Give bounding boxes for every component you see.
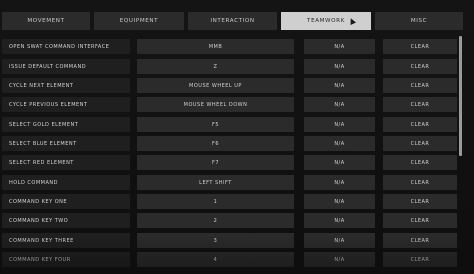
secondary-key-button[interactable]: N/A (304, 194, 375, 209)
binding-action-label: COMMAND KEY THREE (2, 233, 130, 248)
primary-key-button[interactable]: F7 (137, 155, 294, 170)
clear-button[interactable]: CLEAR (383, 213, 457, 228)
binding-row: OPEN SWAT COMMAND INTERFACE MMB N/A CLEA… (0, 39, 474, 54)
primary-key-button[interactable]: MOUSE WHEEL DOWN (137, 97, 294, 112)
clear-button[interactable]: CLEAR (383, 233, 457, 248)
binding-action-label: COMMAND KEY FOUR (2, 252, 130, 267)
keybinding-screen: MOVEMENT EQUIPMENT INTERACTION TEAMWORK … (0, 0, 474, 274)
secondary-key-button[interactable]: N/A (304, 97, 375, 112)
tab-movement[interactable]: MOVEMENT (2, 12, 90, 30)
clear-button[interactable]: CLEAR (383, 59, 457, 74)
clear-button[interactable]: CLEAR (383, 136, 457, 151)
binding-row: COMMAND KEY THREE 3 N/A CLEAR (0, 233, 474, 248)
primary-key-button[interactable]: Z (137, 59, 294, 74)
clear-button[interactable]: CLEAR (383, 39, 457, 54)
tab-misc-label: MISC (410, 18, 428, 24)
tab-interaction[interactable]: INTERACTION (188, 12, 277, 30)
binding-action-label: OPEN SWAT COMMAND INTERFACE (2, 39, 130, 54)
secondary-key-button[interactable]: N/A (304, 117, 375, 132)
binding-action-label: HOLD COMMAND (2, 175, 130, 190)
secondary-key-button[interactable]: N/A (304, 252, 375, 267)
binding-row: ISSUE DEFAULT COMMAND Z N/A CLEAR (0, 59, 474, 74)
binding-row: CYCLE NEXT ELEMENT MOUSE WHEEL UP N/A CL… (0, 78, 474, 93)
binding-row: COMMAND KEY FOUR 4 N/A CLEAR (0, 252, 474, 267)
clear-button[interactable]: CLEAR (383, 78, 457, 93)
tab-interaction-label: INTERACTION (210, 18, 255, 24)
binding-action-label: COMMAND KEY ONE (2, 194, 130, 209)
primary-key-button[interactable]: LEFT SHIFT (137, 175, 294, 190)
binding-row: COMMAND KEY TWO 2 N/A CLEAR (0, 213, 474, 228)
clear-button[interactable]: CLEAR (383, 155, 457, 170)
binding-row: SELECT GOLD ELEMENT F5 N/A CLEAR (0, 117, 474, 132)
clear-button[interactable]: CLEAR (383, 117, 457, 132)
primary-key-button[interactable]: 4 (137, 252, 294, 267)
binding-row: SELECT RED ELEMENT F7 N/A CLEAR (0, 155, 474, 170)
binding-row: HOLD COMMAND LEFT SHIFT N/A CLEAR (0, 175, 474, 190)
clear-button[interactable]: CLEAR (383, 175, 457, 190)
clear-button[interactable]: CLEAR (383, 252, 457, 267)
primary-key-button[interactable]: MOUSE WHEEL UP (137, 78, 294, 93)
binding-action-label: SELECT BLUE ELEMENT (2, 136, 130, 151)
tab-equipment[interactable]: EQUIPMENT (94, 12, 184, 30)
binding-action-label: SELECT GOLD ELEMENT (2, 117, 130, 132)
primary-key-button[interactable]: F5 (137, 117, 294, 132)
binding-row: COMMAND KEY ONE 1 N/A CLEAR (0, 194, 474, 209)
primary-key-button[interactable]: 1 (137, 194, 294, 209)
binding-action-label: ISSUE DEFAULT COMMAND (2, 59, 130, 74)
secondary-key-button[interactable]: N/A (304, 59, 375, 74)
secondary-key-button[interactable]: N/A (304, 78, 375, 93)
clear-button[interactable]: CLEAR (383, 194, 457, 209)
clear-button[interactable]: CLEAR (383, 97, 457, 112)
primary-key-button[interactable]: 3 (137, 233, 294, 248)
primary-key-button[interactable]: F6 (137, 136, 294, 151)
binding-row: SELECT BLUE ELEMENT F6 N/A CLEAR (0, 136, 474, 151)
primary-key-button[interactable]: 2 (137, 213, 294, 228)
secondary-key-button[interactable]: N/A (304, 39, 375, 54)
primary-key-button[interactable]: MMB (137, 39, 294, 54)
binding-action-label: CYCLE NEXT ELEMENT (2, 78, 130, 93)
secondary-key-button[interactable]: N/A (304, 213, 375, 228)
mouse-pointer-icon (348, 17, 356, 25)
binding-action-label: CYCLE PREVIOUS ELEMENT (2, 97, 130, 112)
secondary-key-button[interactable]: N/A (304, 233, 375, 248)
secondary-key-button[interactable]: N/A (304, 155, 375, 170)
tab-bar: MOVEMENT EQUIPMENT INTERACTION TEAMWORK … (0, 12, 474, 30)
secondary-key-button[interactable]: N/A (304, 136, 375, 151)
scrollbar-thumb[interactable] (459, 36, 462, 156)
tab-misc[interactable]: MISC (375, 12, 463, 30)
tab-equipment-label: EQUIPMENT (119, 18, 159, 24)
tab-movement-label: MOVEMENT (27, 18, 65, 24)
binding-action-label: COMMAND KEY TWO (2, 213, 130, 228)
tab-teamwork[interactable]: TEAMWORK (281, 12, 371, 30)
binding-row: CYCLE PREVIOUS ELEMENT MOUSE WHEEL DOWN … (0, 97, 474, 112)
secondary-key-button[interactable]: N/A (304, 175, 375, 190)
tab-teamwork-label: TEAMWORK (307, 18, 345, 24)
binding-action-label: SELECT RED ELEMENT (2, 155, 130, 170)
